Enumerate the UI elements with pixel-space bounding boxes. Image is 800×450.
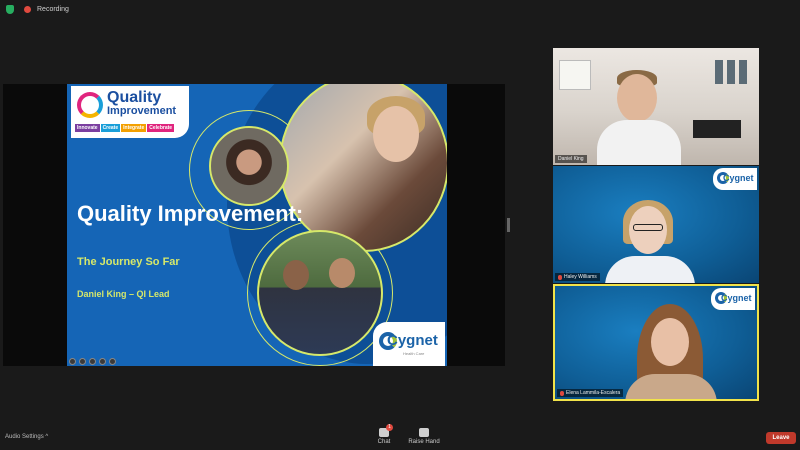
slide-subtitle: The Journey So Far (77, 256, 180, 268)
photo-two-men-bench (257, 230, 383, 356)
screen-share-area: Quality Improvement Innovate Create Inte… (3, 84, 505, 366)
cygnet-badge-text: Cygnet (721, 293, 752, 303)
participant-name: Haley Williams (564, 274, 597, 280)
slide-title: Quality Improvement: (77, 201, 304, 226)
cygnet-badge: Cygnet (713, 168, 757, 190)
photo-smiling-woman (279, 84, 447, 252)
raise-hand-button[interactable]: Raise Hand (404, 428, 444, 445)
tag-integrate: Integrate (121, 124, 147, 132)
raise-hand-icon (419, 428, 429, 437)
chat-icon: 1 (379, 424, 393, 437)
next-slide-icon[interactable] (109, 358, 116, 365)
meeting-topbar: Recording (0, 0, 800, 18)
tag-innovate: Innovate (75, 124, 100, 132)
chat-count-badge: 1 (386, 424, 393, 431)
participant-video-elena[interactable]: Cygnet Elena Lammila-Escalera (553, 284, 759, 401)
qi-logo-icon (77, 92, 103, 118)
audio-settings-button[interactable]: Audio Settings ^ (5, 434, 48, 440)
recording-icon (24, 5, 31, 13)
chat-label: Chat (377, 439, 391, 445)
participant-name: Daniel King (558, 156, 584, 162)
meeting-controls-bar: Audio Settings ^ 1 Chat Raise Hand Leave (0, 424, 800, 450)
wall-panels (715, 60, 749, 84)
mic-muted-icon (558, 274, 562, 280)
tag-create: Create (100, 124, 121, 132)
participant-video-haley[interactable]: Cygnet Haley Williams (553, 166, 759, 283)
participant-nametag: Haley Williams (555, 273, 600, 281)
tag-celebrate: Celebrate (147, 124, 175, 132)
room-window (559, 60, 591, 90)
raise-hand-label: Raise Hand (408, 439, 440, 445)
chevron-up-icon[interactable]: ^ (45, 434, 48, 440)
participant-name: Elena Lammila-Escalera (566, 390, 621, 396)
recording-label: Recording (37, 5, 69, 13)
qi-logo-tags: Innovate Create Integrate Celebrate (75, 124, 175, 132)
slideshow-controls (69, 358, 116, 365)
chat-button[interactable]: 1 Chat (364, 424, 404, 445)
presentation-slide: Quality Improvement Innovate Create Inte… (67, 84, 447, 366)
cygnet-logo-subtext: Health Care (403, 351, 425, 356)
qi-logo-line2: Improvement (107, 105, 177, 117)
cygnet-badge: Cygnet (711, 288, 755, 310)
leave-button[interactable]: Leave (766, 432, 796, 444)
slide-author: Daniel King – QI Lead (77, 289, 170, 299)
cygnet-logo: Cygnet Health Care (373, 322, 445, 366)
participant-nametag: Daniel King (555, 155, 587, 163)
slides-grid-icon[interactable] (89, 358, 96, 365)
cygnet-badge-text: Cygnet (723, 173, 754, 183)
prev-slide-icon[interactable] (69, 358, 76, 365)
panel-resize-handle[interactable] (507, 218, 510, 232)
pen-icon[interactable] (79, 358, 86, 365)
cygnet-logo-text: Cygnet (387, 332, 438, 349)
participant-nametag: Elena Lammila-Escalera (557, 389, 624, 397)
photo-woman-portrait (209, 126, 289, 206)
piano (693, 120, 741, 138)
audio-settings-label: Audio Settings (5, 434, 44, 440)
participant-video-daniel[interactable]: Daniel King (553, 48, 759, 165)
quality-improvement-logo: Quality Improvement Innovate Create Inte… (71, 86, 189, 138)
zoom-icon[interactable] (99, 358, 106, 365)
mic-muted-icon (560, 390, 564, 396)
security-shield-icon[interactable] (6, 4, 14, 14)
